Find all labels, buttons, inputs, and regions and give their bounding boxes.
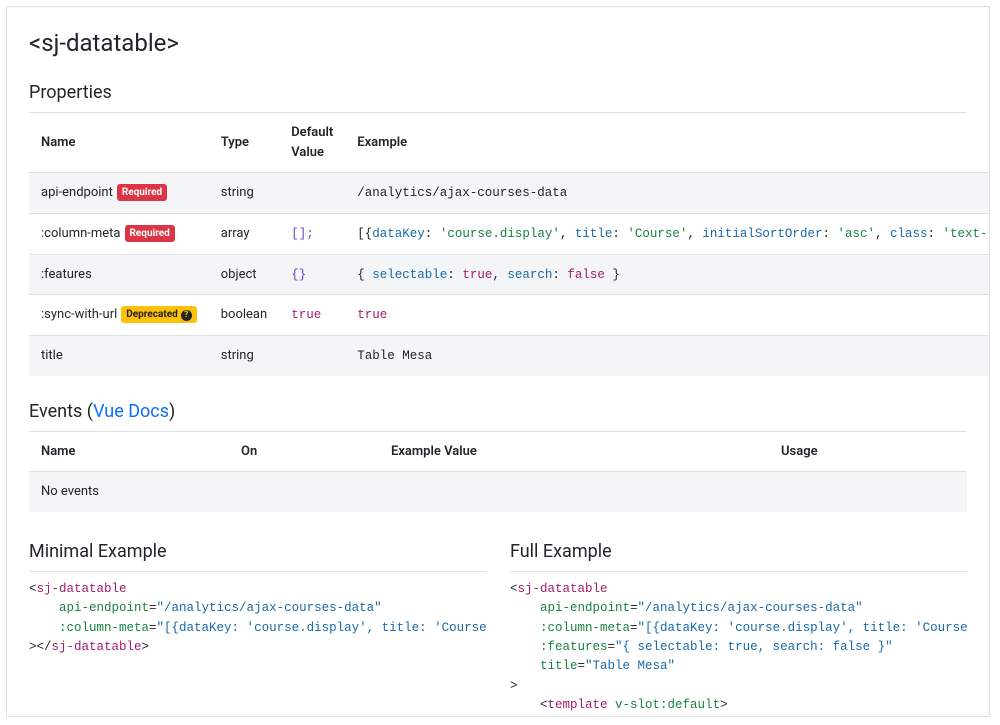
events-table: Name On Example Value Usage No events <box>29 432 967 512</box>
minimal-example-code: <sj-datatable api-endpoint="/analytics/a… <box>29 580 486 658</box>
events-col-example: Example Value <box>379 432 769 472</box>
required-badge: Required <box>117 184 167 201</box>
prop-name-cell: api-endpointRequired <box>29 173 209 214</box>
table-row: :column-metaRequiredarray[];[{dataKey: '… <box>29 213 990 254</box>
deprecated-badge: Deprecated? <box>121 306 196 323</box>
prop-name-cell: :sync-with-urlDeprecated? <box>29 295 209 336</box>
help-icon[interactable]: ? <box>181 310 192 321</box>
doc-card: <sj-datatable> Properties Name Type Defa… <box>6 6 990 717</box>
prop-example-cell: { selectable: true, search: false } <box>345 254 990 295</box>
events-col-on: On <box>229 432 379 472</box>
prop-example-cell: Table Mesa <box>345 336 990 376</box>
full-example-title: Full Example <box>510 538 967 572</box>
vue-docs-link[interactable]: Vue Docs <box>93 401 169 422</box>
prop-type-cell: array <box>209 213 279 254</box>
col-header-type: Type <box>209 113 279 173</box>
table-row: :featuresobject{}{ selectable: true, sea… <box>29 254 990 295</box>
events-col-name: Name <box>29 432 229 472</box>
prop-type-cell: object <box>209 254 279 295</box>
table-row: titlestring Table Mesa <box>29 336 990 376</box>
minimal-example-title: Minimal Example <box>29 538 486 572</box>
table-row: :sync-with-urlDeprecated?booleantruetrue <box>29 295 990 336</box>
col-header-name: Name <box>29 113 209 173</box>
events-heading-suffix: ) <box>169 401 175 422</box>
prop-default-cell: []; <box>279 213 345 254</box>
prop-name-cell: title <box>29 336 209 376</box>
prop-type-cell: string <box>209 336 279 376</box>
properties-table: Name Type Default Value Example api-endp… <box>29 113 990 376</box>
events-heading-prefix: Events ( <box>29 401 93 422</box>
full-example: Full Example <sj-datatable api-endpoint=… <box>510 538 967 717</box>
events-col-usage: Usage <box>769 432 967 472</box>
events-empty-row: No events <box>29 472 967 512</box>
prop-type-cell: boolean <box>209 295 279 336</box>
prop-type-cell: string <box>209 173 279 214</box>
prop-example-cell: /analytics/ajax-courses-data <box>345 173 990 214</box>
component-title: <sj-datatable> <box>29 25 967 61</box>
prop-name-cell: :column-metaRequired <box>29 213 209 254</box>
properties-heading: Properties <box>29 79 967 113</box>
prop-example-cell: [{dataKey: 'course.display', title: 'Cou… <box>345 213 990 254</box>
prop-default-cell: {} <box>279 254 345 295</box>
table-row: api-endpointRequiredstring/analytics/aja… <box>29 173 990 214</box>
prop-name-cell: :features <box>29 254 209 295</box>
events-empty-text: No events <box>29 472 967 512</box>
prop-default-cell <box>279 173 345 214</box>
minimal-example: Minimal Example <sj-datatable api-endpoi… <box>29 538 486 717</box>
events-heading: Events (Vue Docs) <box>29 398 967 432</box>
prop-example-cell: true <box>345 295 990 336</box>
col-header-example: Example <box>345 113 990 173</box>
prop-default-cell <box>279 336 345 376</box>
required-badge: Required <box>125 225 175 242</box>
prop-default-cell: true <box>279 295 345 336</box>
full-example-code: <sj-datatable api-endpoint="/analytics/a… <box>510 580 967 717</box>
col-header-default: Default Value <box>279 113 345 173</box>
